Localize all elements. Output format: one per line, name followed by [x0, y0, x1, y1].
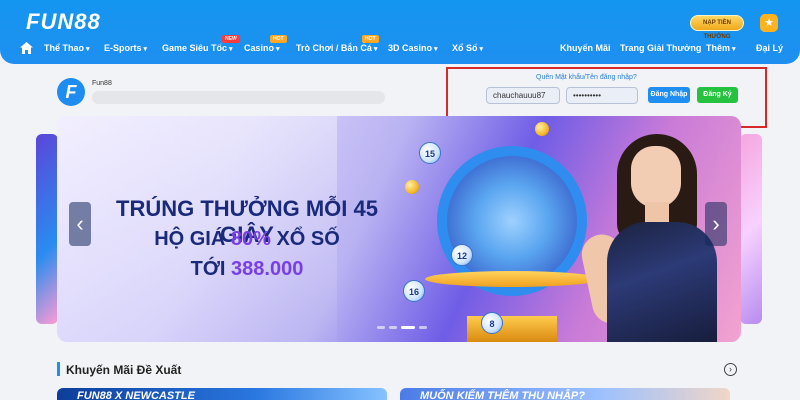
main-nav: Thể Thao ▾ E-Sports ▾ NEW Game Siêu Tốc ▾ H… — [0, 35, 800, 60]
promo-card-title: FUN88 X NEWCASTLE — [77, 390, 195, 400]
register-button[interactable]: Đăng Ký — [697, 87, 738, 103]
nav-label: Game Siêu Tốc — [162, 43, 228, 53]
login-button[interactable]: Đăng Nhập — [648, 87, 690, 103]
lottery-wheel-stand — [425, 271, 600, 287]
nav-label: Thêm — [706, 43, 731, 53]
nav-tro-choi-ban-ca[interactable]: HOT Trò Chơi / Bắn Cá ▾ — [296, 35, 379, 53]
nav-label: Đại Lý — [756, 43, 784, 53]
banner-prev-arrow[interactable]: ‹ — [69, 202, 91, 246]
hot-badge: HOT — [270, 35, 287, 43]
coin-image — [405, 180, 419, 194]
chevron-down-icon: ▾ — [479, 46, 484, 53]
nav-xo-so[interactable]: Xổ Số ▾ — [452, 43, 483, 53]
lottery-ball: 15 — [419, 142, 441, 164]
carousel-dot-active[interactable] — [401, 326, 415, 329]
nav-esports[interactable]: E-Sports ▾ — [104, 43, 147, 53]
chevron-down-icon: ▾ — [434, 46, 438, 53]
carousel-dot[interactable] — [377, 326, 385, 329]
nav-label: Khuyến Mãi — [560, 43, 611, 53]
nav-label: Trang Giải Thưởng — [620, 43, 702, 53]
banner-next-arrow[interactable]: › — [705, 202, 727, 246]
deposit-bonus-badge[interactable]: NẠP TIỀN THƯỞNG — [690, 15, 744, 40]
brand-name: Fun88 — [92, 80, 112, 87]
next-slide-preview[interactable] — [740, 134, 762, 324]
promo-card-title: MUỐN KIẾM THÊM THU NHẬP? — [420, 390, 585, 400]
nav-the-thao[interactable]: Thể Thao ▾ — [44, 43, 90, 53]
banner-line-3: TỚI 388.000 — [97, 258, 397, 281]
top-header: FUN88 NẠP TIỀN THƯỞNG ★ Thể Thao ▾ E-Spor… — [0, 0, 800, 64]
nav-label: Thể Thao — [44, 43, 84, 53]
hot-badge: HOT — [362, 35, 379, 43]
promotions-title: Khuyến Mãi Đề Xuất — [66, 363, 182, 377]
carousel-dot[interactable] — [419, 326, 427, 329]
chevron-down-icon: ▾ — [276, 46, 280, 53]
nav-them[interactable]: Thêm ▾ — [706, 43, 736, 53]
nav-3d-casino[interactable]: 3D Casino ▾ — [388, 43, 438, 53]
forgot-password-link[interactable]: Quên Mật khẩu/Tên đăng nhập? — [536, 74, 637, 81]
nav-label: 3D Casino — [388, 43, 433, 53]
model-dress — [607, 222, 717, 342]
nav-label: Xổ Số — [452, 43, 478, 53]
lottery-ball: 12 — [451, 244, 473, 266]
fun88-logo[interactable]: FUN88 — [26, 9, 101, 35]
announcement-bar — [92, 91, 385, 104]
gift-icon[interactable]: ★ — [760, 14, 778, 32]
chevron-down-icon: ▾ — [86, 46, 90, 53]
hero-banner[interactable]: TRÚNG THƯỞNG MỖI 45 GIÂY HỘ GIÁ 80% XỔ S… — [57, 116, 741, 342]
section-accent-bar — [57, 362, 60, 376]
nav-label: E-Sports — [104, 43, 142, 53]
lottery-ball: 16 — [403, 280, 425, 302]
chevron-right-icon[interactable]: › — [724, 363, 737, 376]
nav-trang-giai-thuong[interactable]: Trang Giải Thưởng — [620, 43, 701, 53]
username-input[interactable]: chauchauuu87 — [486, 87, 560, 104]
banner-line-2-accent: 80% — [230, 228, 271, 250]
chevron-down-icon: ▾ — [732, 46, 736, 53]
prev-slide-preview[interactable] — [36, 134, 58, 324]
chevron-down-icon: ▾ — [229, 46, 233, 53]
promo-card[interactable]: FUN88 X NEWCASTLE — [57, 388, 387, 400]
lottery-ball: 8 — [481, 312, 503, 334]
banner-line-3-prefix: TỚI — [190, 258, 232, 280]
nav-khuyen-mai[interactable]: Khuyến Mãi — [560, 43, 611, 53]
nav-label: Trò Chơi / Bắn Cá — [296, 43, 372, 53]
home-icon[interactable] — [20, 42, 33, 54]
new-badge: NEW — [222, 35, 240, 43]
chevron-down-icon: ▾ — [373, 46, 378, 53]
banner-line-2-suffix: XỔ SỐ — [270, 228, 340, 250]
banner-line-3-accent: 388.000 — [231, 258, 304, 280]
promo-card[interactable]: MUỐN KIẾM THÊM THU NHẬP? — [400, 388, 730, 400]
nav-casino[interactable]: HOT Casino ▾ — [244, 35, 287, 53]
banner-line-2: HỘ GIÁ 80% XỔ SỐ — [97, 228, 397, 251]
carousel-dot[interactable] — [389, 326, 397, 329]
carousel-dots — [377, 326, 437, 330]
chevron-down-icon: ▾ — [143, 46, 148, 53]
nav-dai-ly[interactable]: Đại Lý — [756, 43, 783, 53]
model-face — [631, 146, 681, 208]
coin-image — [535, 122, 549, 136]
brand-avatar[interactable]: F — [57, 78, 85, 106]
banner-line-2-prefix: HỘ GIÁ — [154, 228, 231, 250]
password-input[interactable]: •••••••••• — [566, 87, 638, 104]
nav-label: Casino — [244, 43, 275, 53]
nav-game-sieu-toc[interactable]: NEW Game Siêu Tốc ▾ — [162, 35, 240, 53]
